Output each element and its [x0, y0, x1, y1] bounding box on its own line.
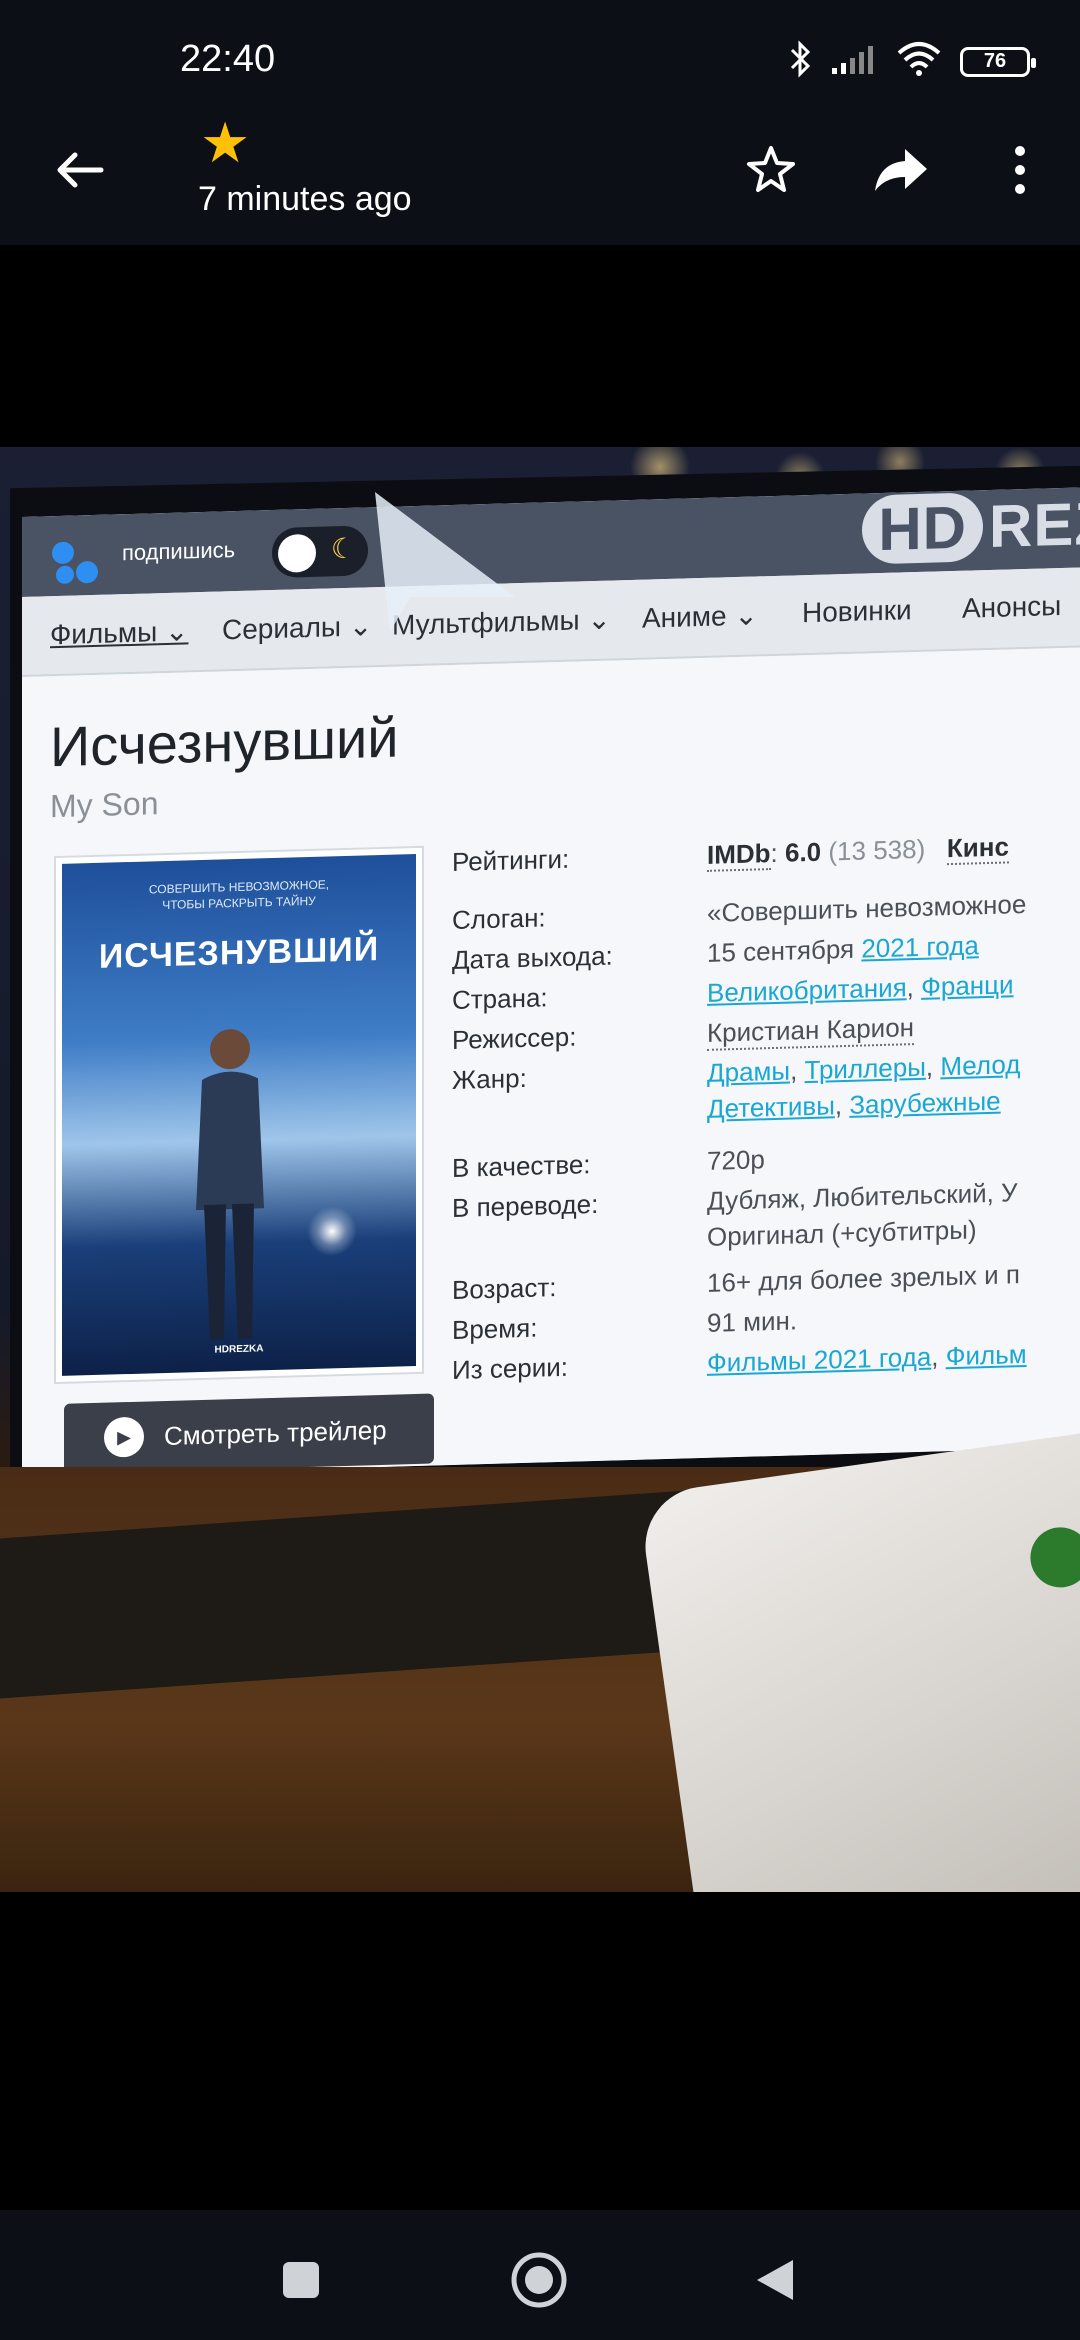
poster-tagline: СОВЕРШИТЬ НЕВОЗМОЖНОЕ, ЧТОБЫ РАСКРЫТЬ ТА… [148, 877, 330, 913]
movie-title: Исчезнувший [50, 705, 399, 779]
movie-poster: СОВЕРШИТЬ НЕВОЗМОЖНОЕ, ЧТОБЫ РАСКРЫТЬ ТА… [54, 845, 424, 1385]
home-button[interactable] [504, 2245, 574, 2315]
movie-info: Рейтинги: IMDb: 6.0 (13 538) Кинс Слоган… [452, 827, 1080, 1385]
star-filled-icon: ★ [200, 111, 251, 174]
moon-icon: ☾ [330, 532, 356, 565]
poster-figure [196, 1029, 264, 1340]
wifi-icon [896, 41, 942, 82]
recents-button[interactable] [266, 2245, 336, 2315]
poster-glow [307, 1205, 357, 1258]
star-outline-icon [747, 146, 795, 192]
nav-item-announcements: Анонсы [962, 589, 1062, 624]
share-icon [875, 149, 927, 191]
movie-content: Исчезнувший My Son СОВЕРШИТЬ НЕВОЗМОЖНОЕ… [22, 647, 1080, 1477]
nav-item-anime: Аниме ⌄ [642, 599, 758, 634]
bluetooth-icon [788, 40, 812, 83]
square-icon [283, 2262, 319, 2298]
signal-icon [830, 42, 878, 81]
poster-title: ИСЧЕЗНУВШИЙ [98, 930, 380, 976]
share-button[interactable] [866, 135, 936, 205]
theme-toggle: ☾ [272, 525, 368, 579]
info-row-quality: В качестве: 720p [452, 1144, 765, 1183]
info-row-series: Из серии: Фильмы 2021 года, Фильм [452, 1338, 1027, 1385]
back-button[interactable] [45, 135, 115, 205]
circle-icon [511, 2252, 567, 2308]
info-row-age: Возраст: 16+ для более зрелых и п [452, 1259, 1020, 1305]
status-time: 22:40 [180, 38, 276, 80]
more-options-button[interactable] [985, 135, 1055, 205]
arrow-left-icon [57, 152, 104, 188]
battery-indicator: 76 [960, 46, 1036, 77]
app-bar: ★ 7 minutes ago [0, 111, 1080, 245]
info-row-ratings: Рейтинги: IMDb: 6.0 (13 538) Кинс [452, 831, 1009, 877]
more-vertical-icon [1015, 146, 1025, 194]
subscribe-label: подпишись [122, 537, 236, 566]
nav-item-new: Новинки [802, 594, 912, 629]
status-bar: 22:40 76 [0, 0, 1080, 125]
back-nav-button[interactable] [740, 2245, 810, 2315]
site-logo-icon [52, 537, 102, 588]
system-nav-bar [0, 2210, 1080, 2340]
triangle-back-icon [757, 2260, 793, 2300]
favorite-button[interactable] [736, 135, 806, 205]
status-icons: 76 [788, 40, 1036, 83]
watch-trailer-button: ▶ Смотреть трейлер [64, 1393, 434, 1474]
photo-viewer[interactable]: подпишись ☾ HD REZ Фильмы ⌄ Сериалы ⌄ Мул… [0, 447, 1080, 1892]
toggle-knob [278, 533, 316, 573]
router-badge [1026, 1523, 1080, 1592]
tv-screen: подпишись ☾ HD REZ Фильмы ⌄ Сериалы ⌄ Мул… [22, 487, 1080, 1477]
nav-item-films: Фильмы ⌄ [50, 615, 189, 651]
info-row-release: Дата выхода: 15 сентября 2021 года [452, 930, 979, 975]
movie-original-title: My Son [50, 785, 159, 825]
info-row-slogan: Слоган: «Совершить невозможное [452, 888, 1027, 935]
pointer-overlay-icon [375, 492, 515, 632]
hdrezka-logo: HD REZ [862, 489, 1080, 565]
nav-item-series: Сериалы ⌄ [222, 610, 373, 646]
play-icon: ▶ [104, 1416, 144, 1458]
router-device [637, 1423, 1080, 1892]
timestamp-subtitle: 7 minutes ago [198, 180, 412, 218]
